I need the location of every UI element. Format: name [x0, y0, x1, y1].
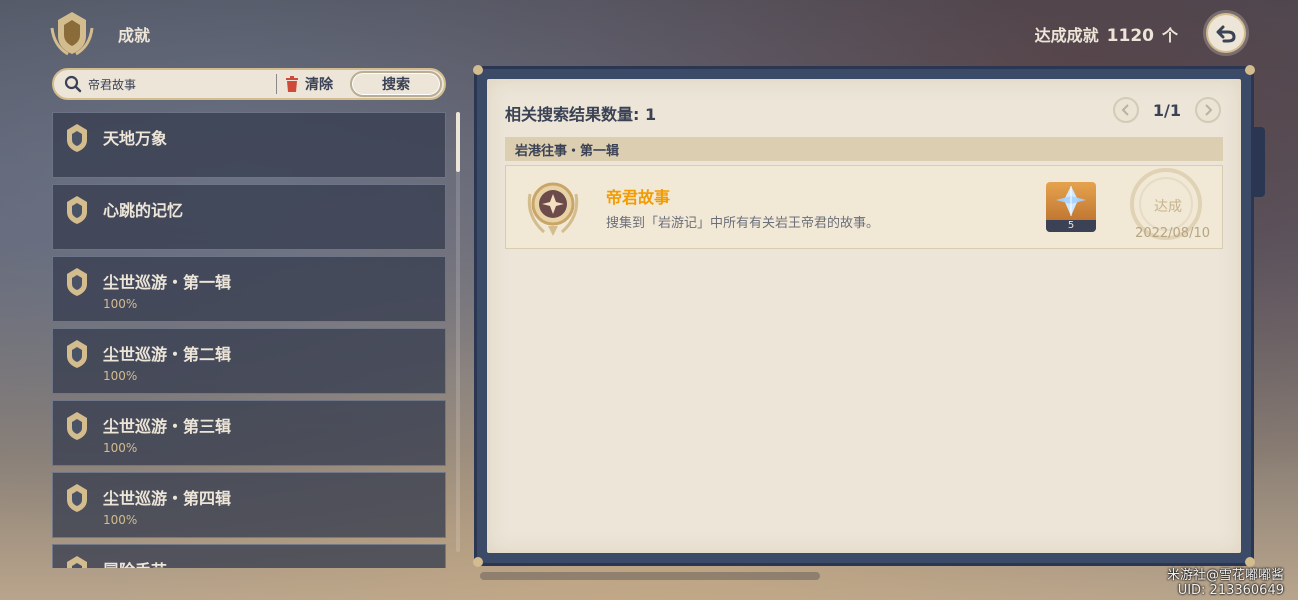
bottom-shadow [480, 572, 820, 580]
category-badge-icon [67, 268, 87, 296]
achieved-label: 达成成就 [1034, 26, 1099, 45]
category-name: 冒险手艺 [103, 557, 167, 568]
chevron-left-icon [1121, 104, 1129, 116]
corner-ornament [473, 65, 483, 75]
book-bookmark-tab [1253, 127, 1265, 197]
category-name: 尘世巡游・第二辑 [103, 345, 232, 364]
search-divider [276, 74, 277, 94]
category-badge-icon [67, 124, 87, 152]
achievement-name: 帝君故事 [606, 188, 671, 207]
category-item[interactable]: 尘世巡游・第三辑 100% [52, 400, 446, 466]
watermark-author: 米游社@雪花嘟嘟酱 [1166, 568, 1284, 583]
completed-status: 达成 [1154, 199, 1182, 215]
next-page-button[interactable] [1195, 97, 1221, 123]
category-name: 尘世巡游・第一辑 [103, 273, 232, 292]
back-button[interactable] [1206, 13, 1246, 53]
category-name: 尘世巡游・第四辑 [103, 489, 232, 508]
achievement-emblem-icon [46, 8, 98, 58]
results-count-title: 相关搜索结果数量: 1 [505, 105, 657, 124]
search-bar: 清除 搜索 [52, 68, 446, 100]
achievement-badge-icon [527, 182, 579, 236]
category-name: 尘世巡游・第三辑 [103, 417, 232, 436]
reward-item[interactable]: 5 [1046, 182, 1096, 232]
corner-ornament [473, 557, 483, 567]
scrollbar-thumb[interactable] [456, 112, 460, 172]
watermark-uid: UID: 213360649 [1177, 583, 1284, 598]
return-arrow-icon [1216, 25, 1236, 43]
category-item[interactable]: 心跳的记忆 [52, 184, 446, 250]
page-title: 成就 [118, 26, 151, 45]
search-icon [64, 75, 82, 93]
achieved-counter: 达成成就 1120 个 [1035, 22, 1178, 46]
prev-page-button[interactable] [1112, 97, 1139, 123]
results-page: 相关搜索结果数量: 1 1/1 岩港往事・第一辑 帝君故事 搜集到「岩游记」中所… [487, 79, 1241, 553]
pager: 1/1 [1112, 97, 1221, 123]
category-badge-icon [67, 484, 87, 512]
trash-icon [286, 76, 298, 92]
corner-ornament [1245, 557, 1255, 567]
completion-date: 2022/08/10 [1135, 226, 1210, 241]
category-badge-icon [67, 412, 87, 440]
category-item[interactable]: 尘世巡游・第四辑 100% [52, 472, 446, 538]
category-percent: 100% [103, 513, 138, 527]
category-list: 天地万象 心跳的记忆 尘世巡游・第一辑 100% 尘世巡游・第二辑 100% 尘… [52, 112, 446, 568]
category-item[interactable]: 尘世巡游・第二辑 100% [52, 328, 446, 394]
category-percent: 100% [103, 297, 138, 311]
category-badge-icon [67, 556, 87, 568]
page-indicator: 1/1 [1152, 100, 1181, 120]
category-name: 天地万象 [103, 129, 168, 148]
search-button[interactable]: 搜索 [350, 71, 442, 97]
achievement-description: 搜集到「岩游记」中所有有关岩王帝君的故事。 [606, 216, 880, 231]
achieved-unit: 个 [1161, 26, 1178, 45]
primogem-icon [1056, 186, 1086, 216]
reward-quantity: 5 [1046, 220, 1096, 232]
clear-label: 清除 [305, 77, 333, 93]
category-percent: 100% [103, 441, 138, 455]
category-percent: 100% [103, 369, 138, 383]
category-item[interactable]: 尘世巡游・第一辑 100% [52, 256, 446, 322]
watermark: 米游社@雪花嘟嘟酱 UID: 213360649 [1167, 568, 1284, 598]
category-badge-icon [67, 340, 87, 368]
chevron-right-icon [1205, 104, 1213, 116]
category-item[interactable]: 冒险手艺 [52, 544, 446, 568]
clear-button[interactable]: 清除 [285, 74, 333, 94]
category-name: 心跳的记忆 [103, 201, 184, 220]
achieved-count: 1120 [1106, 26, 1154, 46]
results-panel: 相关搜索结果数量: 1 1/1 岩港往事・第一辑 帝君故事 搜集到「岩游记」中所… [473, 65, 1265, 567]
search-input[interactable] [88, 77, 268, 91]
achievement-card[interactable]: 帝君故事 搜集到「岩游记」中所有有关岩王帝君的故事。 5 达成 2022/08/… [505, 165, 1223, 249]
category-scrollbar[interactable] [456, 112, 460, 552]
category-badge-icon [67, 196, 87, 224]
corner-ornament [1245, 65, 1255, 75]
category-item[interactable]: 天地万象 [52, 112, 446, 178]
achievement-group-header: 岩港往事・第一辑 [505, 137, 1223, 161]
